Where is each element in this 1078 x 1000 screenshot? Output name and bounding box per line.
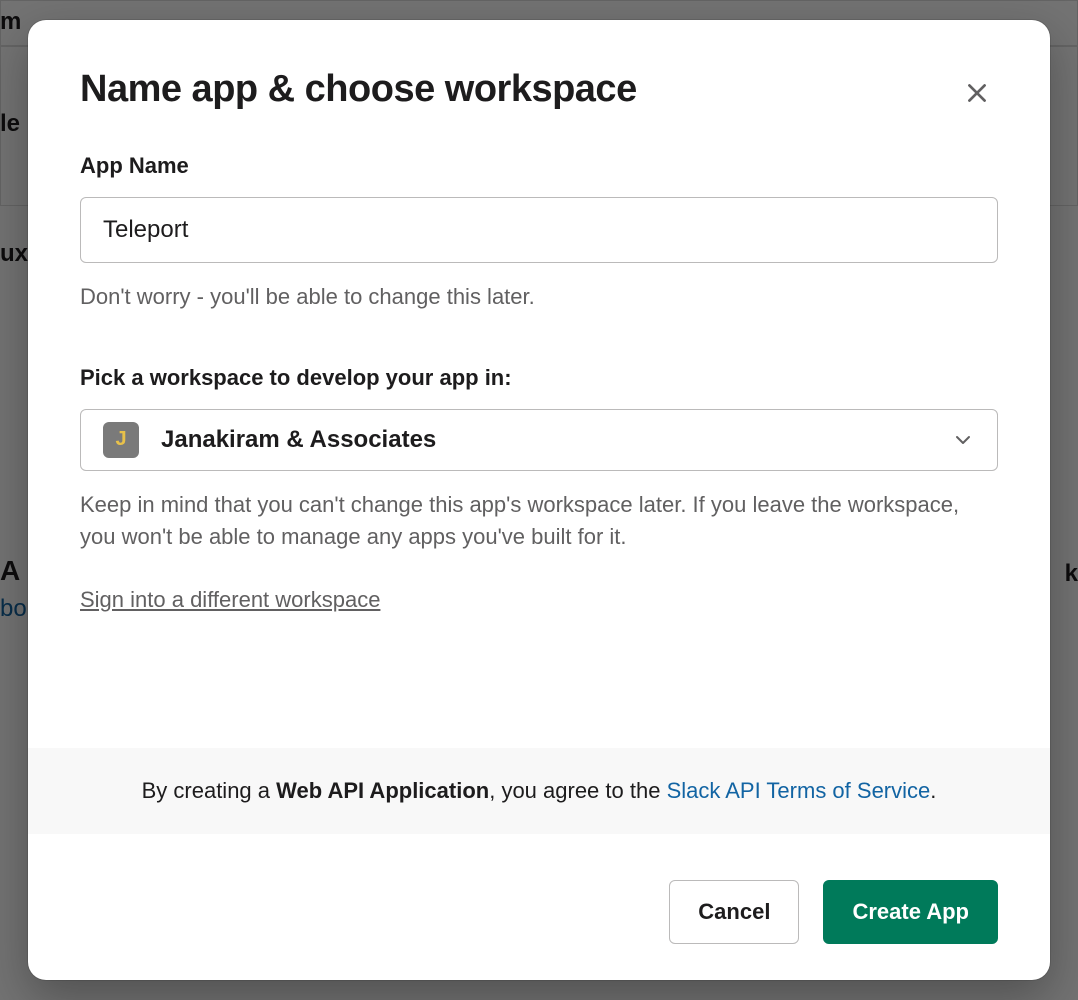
cancel-button[interactable]: Cancel — [669, 880, 799, 944]
workspace-selected-name: Janakiram & Associates — [161, 426, 951, 454]
app-name-section: App Name Don't worry - you'll be able to… — [80, 153, 998, 313]
terms-bold: Web API Application — [276, 778, 489, 803]
modal-body: App Name Don't worry - you'll be able to… — [28, 117, 1050, 702]
terms-middle: , you agree to the — [489, 778, 666, 803]
bg-fragment: ux — [0, 240, 28, 268]
modal-header: Name app & choose workspace — [28, 20, 1050, 117]
workspace-label: Pick a workspace to develop your app in: — [80, 365, 998, 391]
bg-fragment: k — [1065, 560, 1078, 588]
signin-different-workspace-link[interactable]: Sign into a different workspace — [80, 587, 380, 613]
modal-footer: Cancel Create App — [28, 834, 1050, 980]
terms-prefix: By creating a — [142, 778, 277, 803]
terms-bar: By creating a Web API Application, you a… — [28, 748, 1050, 834]
bg-fragment: m — [0, 8, 21, 36]
workspace-section: Pick a workspace to develop your app in:… — [80, 365, 998, 613]
create-app-modal: Name app & choose workspace App Name Don… — [28, 20, 1050, 980]
app-name-input[interactable] — [80, 197, 998, 263]
app-name-label: App Name — [80, 153, 998, 179]
bg-fragment: le — [0, 110, 20, 138]
chevron-down-icon — [951, 428, 975, 452]
terms-suffix: . — [930, 778, 936, 803]
close-icon — [964, 80, 990, 106]
modal-title: Name app & choose workspace — [80, 68, 637, 111]
workspace-select[interactable]: J Janakiram & Associates — [80, 409, 998, 471]
workspace-helper: Keep in mind that you can't change this … — [80, 489, 998, 553]
close-button[interactable] — [956, 72, 998, 117]
app-name-helper: Don't worry - you'll be able to change t… — [80, 281, 998, 313]
create-app-button[interactable]: Create App — [823, 880, 998, 944]
bg-fragment: A — [0, 555, 20, 587]
workspace-avatar: J — [103, 422, 139, 458]
terms-of-service-link[interactable]: Slack API Terms of Service — [667, 778, 931, 803]
bg-fragment: bo — [0, 595, 27, 623]
